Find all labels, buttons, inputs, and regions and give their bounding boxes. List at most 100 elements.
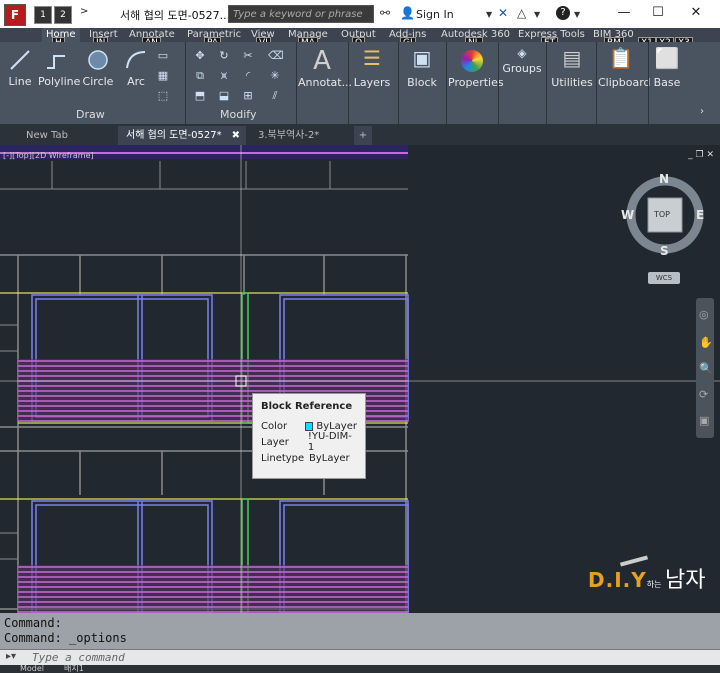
qat-button-2[interactable]: 2 [54, 6, 72, 24]
panel-separator [596, 42, 597, 124]
copy-icon[interactable]: ⧉ [193, 70, 207, 82]
title-bar: F 1 2 > 서해 협의 도면-0527... Type a keyword … [0, 0, 720, 29]
line-icon [10, 50, 30, 70]
properties-icon [448, 46, 496, 76]
chevron-down-icon[interactable]: ▼ [534, 10, 540, 19]
compass-south[interactable]: S [660, 244, 669, 258]
layout-tab[interactable]: 배치1 [64, 665, 84, 673]
new-tab-plus-icon[interactable]: + [354, 126, 372, 145]
close-button[interactable]: ✕ [686, 4, 706, 22]
document-title: 서해 협의 도면-0527... [120, 9, 231, 22]
fillet-icon[interactable]: ◜ [241, 70, 255, 82]
color-swatch-icon [304, 421, 314, 431]
app-logo-icon[interactable]: F [4, 4, 26, 26]
trim-icon[interactable]: ✂ [241, 50, 255, 62]
status-bar: Model 배치1 [0, 665, 720, 673]
maximize-button[interactable]: ☐ [648, 4, 668, 22]
viewport-window-controls[interactable]: _ ❐ ✕ [688, 150, 714, 160]
model-tab[interactable]: Model [20, 665, 44, 673]
annotation-button[interactable]: A Annotat... [298, 46, 352, 89]
command-line: Command: Command: _options ▸▾ Type a com… [0, 613, 720, 665]
search-input[interactable]: Type a keyword or phrase [228, 5, 374, 23]
circle-button[interactable]: Circle [82, 48, 114, 88]
command-icon[interactable]: ▸▾ [6, 651, 16, 662]
array-icon[interactable]: ⊞ [241, 90, 255, 102]
move-icon[interactable]: ✥ [193, 50, 207, 62]
line-button[interactable]: Line [6, 48, 34, 88]
utilities-icon: ▤ [562, 46, 582, 70]
text-a-icon: A [313, 46, 331, 76]
a360-icon[interactable]: △ [517, 6, 526, 20]
panel-separator [296, 42, 297, 124]
cad-drawing [0, 145, 720, 613]
qat-button-1[interactable]: 1 [34, 6, 52, 24]
doc-tab-new[interactable]: New Tab [18, 126, 114, 145]
block-button[interactable]: ▣ Block [404, 46, 440, 89]
rotate-icon[interactable]: ↻ [217, 50, 231, 62]
block-reference-tooltip: Block Reference Color ByLayer Layer !YU-… [252, 393, 366, 479]
polyline-button[interactable]: Polyline [38, 48, 80, 88]
panel-separator [648, 42, 649, 124]
steering-wheel-icon[interactable]: ◎ [699, 308, 709, 321]
command-input[interactable]: ▸▾ Type a command [0, 649, 720, 665]
panel-separator [498, 42, 499, 124]
panel-separator [348, 42, 349, 124]
tooltip-title: Block Reference [261, 401, 353, 412]
wcs-menu[interactable]: WCS [648, 272, 680, 284]
doc-tab-current[interactable]: 서해 협의 도면-0527* ✖ [118, 126, 246, 145]
panel-separator [546, 42, 547, 124]
block-icon: ▣ [412, 46, 432, 70]
properties-button[interactable]: Properties [448, 46, 504, 89]
modify-panel-title[interactable]: Modify [220, 108, 256, 121]
orbit-icon[interactable]: ⟳ [699, 388, 708, 401]
mirror-icon[interactable]: ⩙ [217, 70, 231, 82]
viewcube-face-top[interactable]: TOP [654, 210, 670, 219]
navigation-bar[interactable]: ◎ ✋ 🔍 ⟳ ▣ [696, 298, 714, 438]
panel-separator [446, 42, 447, 124]
exchange-icon[interactable]: ✕ [498, 6, 508, 20]
groups-button[interactable]: ◈ Groups [502, 46, 542, 75]
tooltip-row-linetype: Linetype ByLayer [261, 452, 350, 464]
compass-north[interactable]: N [659, 172, 669, 186]
zoom-icon[interactable]: 🔍 [699, 362, 713, 375]
hatch-icon[interactable]: ▦ [156, 70, 170, 82]
stretch-icon[interactable]: ⬒ [193, 90, 207, 102]
chevron-down-icon[interactable]: ▼ [574, 10, 580, 19]
ribbon-panel: Line Polyline Circle Arc ▭ ▦ ⬚ Draw ✥ ↻ … [0, 42, 720, 124]
binoculars-icon[interactable]: ⚯ [380, 6, 390, 20]
drawing-canvas[interactable]: [-][Top][2D Wireframe] _ ❐ ✕ N S E W TOP… [0, 145, 720, 613]
region-icon[interactable]: ⬚ [156, 90, 170, 102]
showmotion-icon[interactable]: ▣ [699, 414, 709, 427]
chevron-down-icon[interactable]: ▼ [486, 10, 492, 19]
offset-icon[interactable]: ⫽ [268, 90, 282, 102]
utilities-button[interactable]: ▤ Utilities [550, 46, 594, 89]
help-icon[interactable]: ? [556, 6, 570, 20]
command-history-line: Command: [4, 616, 62, 630]
viewcube[interactable]: N S E W TOP [621, 170, 708, 258]
rectangle-icon[interactable]: ▭ [156, 50, 170, 62]
minimize-button[interactable]: — [614, 4, 634, 22]
sign-in-button[interactable]: Sign In [416, 8, 454, 21]
close-tab-icon[interactable]: ✖ [232, 126, 240, 145]
user-icon[interactable]: 👤 [400, 6, 415, 20]
clipboard-icon: 📋 [608, 46, 634, 70]
panel-separator [398, 42, 399, 124]
compass-east[interactable]: E [696, 208, 704, 222]
viewport-controls-label[interactable]: [-][Top][2D Wireframe] [3, 151, 94, 160]
ribbon-scroll-right-icon[interactable]: › [700, 106, 704, 117]
arc-button[interactable]: Arc [122, 48, 150, 88]
erase-icon[interactable]: ⌫ [268, 50, 284, 62]
draw-panel-title[interactable]: Draw [76, 108, 105, 121]
compass-west[interactable]: W [621, 208, 634, 222]
explode-icon[interactable]: ✳ [268, 70, 282, 82]
scale-icon[interactable]: ⬓ [217, 90, 231, 102]
watermark-logo: D.I.Y하는 남자 [588, 568, 706, 593]
layers-button[interactable]: ☰ Layers [352, 46, 392, 89]
base-button[interactable]: ⬜ Base [652, 46, 682, 89]
clipboard-button[interactable]: 📋 Clipboard [598, 46, 651, 89]
chevron-right-icon[interactable]: > [80, 6, 88, 17]
polyline-icon [47, 55, 65, 69]
pan-icon[interactable]: ✋ [699, 336, 713, 349]
circle-icon [88, 50, 108, 70]
doc-tab-other[interactable]: 3.북부역사-2* [250, 126, 346, 145]
